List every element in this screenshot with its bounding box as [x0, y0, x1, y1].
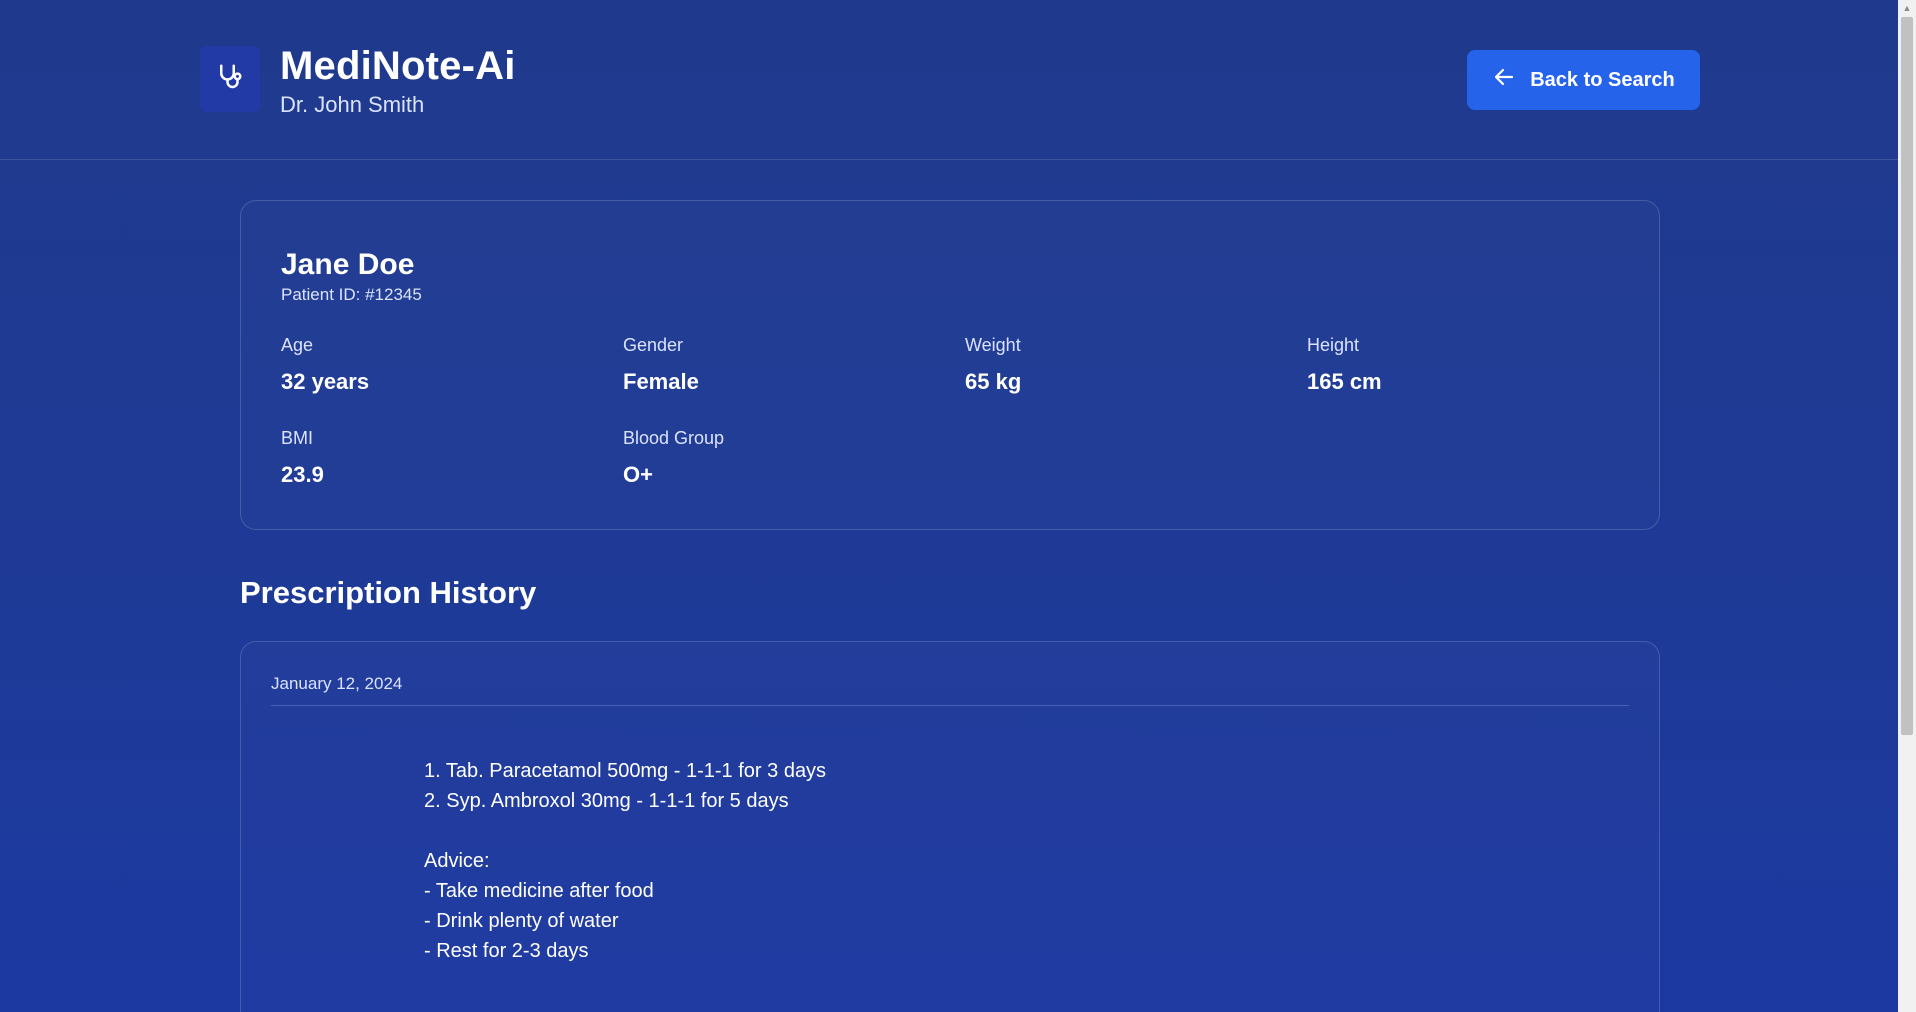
- prescription-line: - Rest for 2-3 days: [424, 940, 589, 962]
- prescription-line: 1. Tab. Paracetamol 500mg - 1-1-1 for 3 …: [424, 760, 827, 782]
- stat-value: 65 kg: [965, 369, 1022, 394]
- stat-label: Age: [281, 335, 314, 355]
- scroll-up-arrow-icon[interactable]: ▲: [1898, 0, 1916, 16]
- stat-blood-group: Blood Group O+: [623, 426, 923, 490]
- prescription-card: January 12, 2024 1. Tab. Paracetamol 500…: [240, 641, 1660, 1012]
- stat-height: Height 165 cm: [1307, 333, 1607, 397]
- stat-label: BMI: [281, 428, 314, 448]
- prescription-line: - Drink plenty of water: [424, 910, 619, 932]
- page: MediNote-Ai Dr. John Smith Back to Searc…: [0, 0, 1898, 1012]
- stat-value: 165 cm: [1307, 369, 1382, 394]
- patient-name: Jane Doe: [281, 248, 415, 281]
- prescription-line: 2. Syp. Ambroxol 30mg - 1-1-1 for 5 days: [424, 790, 789, 812]
- prescription-line: Advice:: [424, 850, 490, 872]
- vertical-scrollbar[interactable]: ▲: [1898, 0, 1916, 1012]
- stat-label: Height: [1307, 335, 1360, 355]
- stat-label: Gender: [623, 335, 684, 355]
- stethoscope-icon: [215, 62, 245, 97]
- arrow-left-icon: [1492, 65, 1516, 95]
- divider: [271, 705, 1629, 706]
- doctor-name: Dr. John Smith: [280, 92, 425, 117]
- prescription-date: January 12, 2024: [271, 674, 403, 693]
- logo: [200, 46, 260, 112]
- stat-value: Female: [623, 369, 699, 394]
- stat-weight: Weight 65 kg: [965, 333, 1265, 397]
- section-title-prescription-history: Prescription History: [240, 575, 537, 610]
- scrollbar-thumb[interactable]: [1901, 17, 1913, 735]
- back-to-search-button[interactable]: Back to Search: [1467, 50, 1700, 110]
- stat-label: Blood Group: [623, 428, 725, 448]
- app-header: MediNote-Ai Dr. John Smith Back to Searc…: [0, 0, 1898, 160]
- stat-bmi: BMI 23.9: [281, 426, 581, 490]
- prescription-notes: 1. Tab. Paracetamol 500mg - 1-1-1 for 3 …: [424, 756, 826, 966]
- stat-value: 32 years: [281, 369, 370, 394]
- prescription-line: - Take medicine after food: [424, 880, 654, 902]
- stat-age: Age 32 years: [281, 333, 581, 397]
- patient-info-card: Jane Doe Patient ID: #12345 Age 32 years…: [240, 200, 1660, 530]
- stat-value: O+: [623, 462, 653, 487]
- back-to-search-label: Back to Search: [1530, 68, 1675, 91]
- prescription-line: [424, 816, 826, 846]
- stat-gender: Gender Female: [623, 333, 923, 397]
- patient-id: Patient ID: #12345: [281, 285, 422, 304]
- stat-value: 23.9: [281, 462, 324, 487]
- stat-label: Weight: [965, 335, 1021, 355]
- app-title: MediNote-Ai: [280, 44, 516, 88]
